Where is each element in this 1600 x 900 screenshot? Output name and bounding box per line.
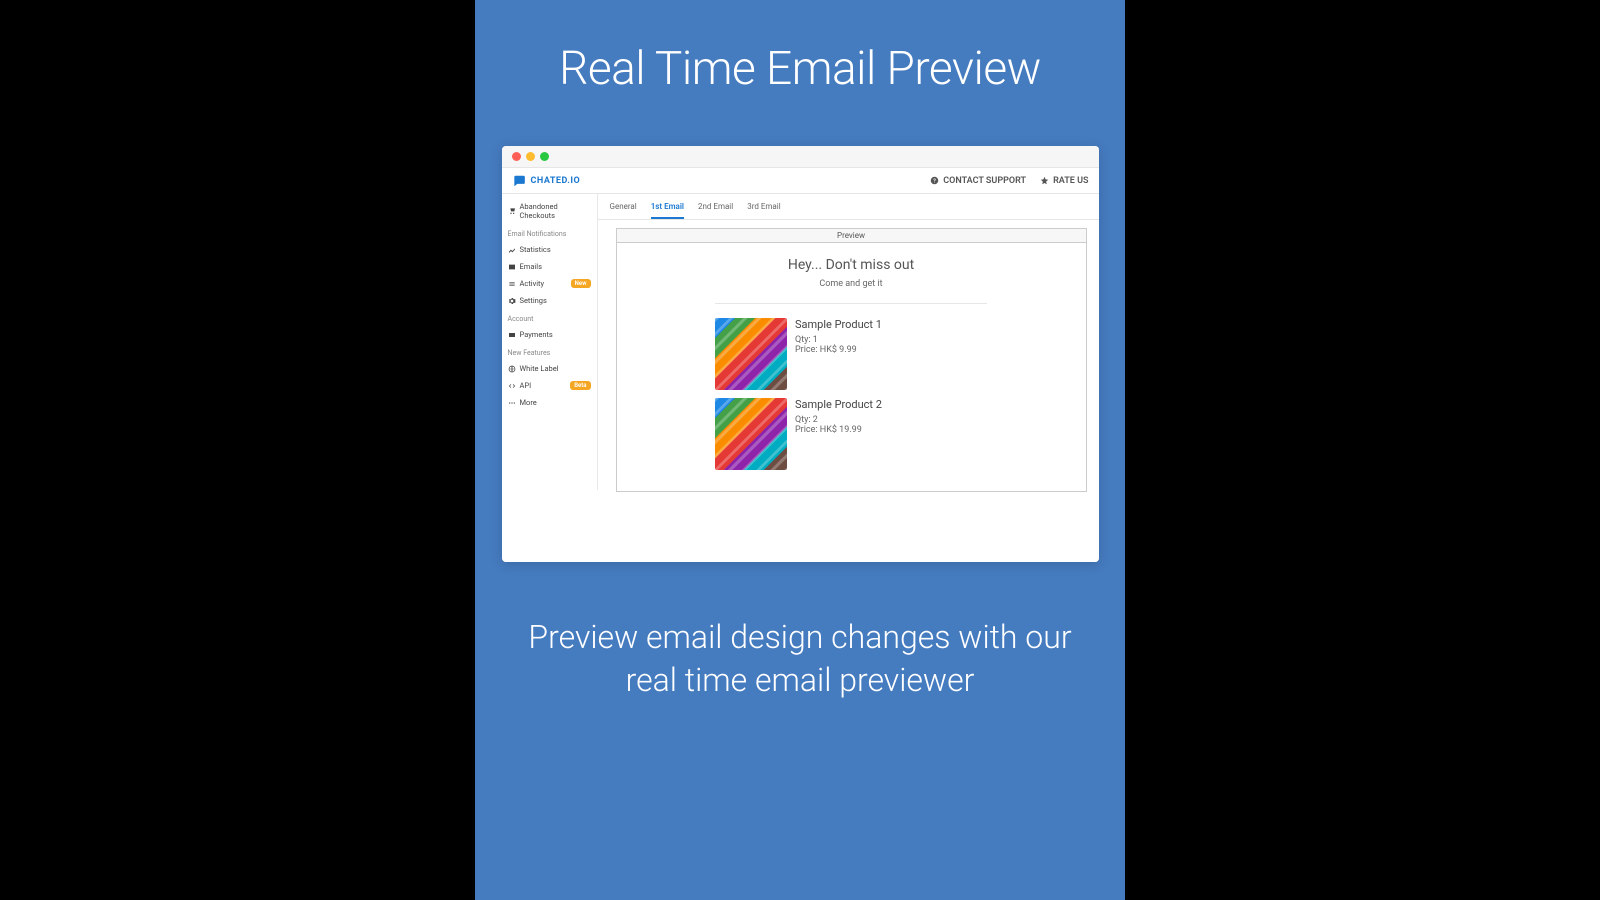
tab-general[interactable]: General: [610, 202, 637, 219]
sidebar-group-label: Account: [502, 309, 597, 326]
sidebar: Abandoned Checkouts Email Notifications …: [502, 194, 598, 490]
app-window: CHATED.IO ? CONTACT SUPPORT RATE US Aban…: [502, 146, 1099, 562]
product-price: Price: HK$ 9.99: [795, 345, 882, 355]
email-heading: Hey... Don't miss out: [711, 257, 991, 273]
marketing-caption: Preview email design changes with our re…: [475, 616, 1125, 702]
gear-icon: [508, 297, 516, 305]
list-icon: [508, 280, 516, 288]
sidebar-item-label: Activity: [520, 279, 545, 288]
window-titlebar: [502, 146, 1099, 168]
product-image: [715, 398, 787, 470]
close-icon[interactable]: [512, 152, 521, 161]
product-row: Sample Product 2 Qty: 2 Price: HK$ 19.99: [711, 394, 991, 474]
zoom-icon[interactable]: [540, 152, 549, 161]
rate-us-link[interactable]: RATE US: [1040, 176, 1088, 186]
sidebar-item-label: Payments: [520, 330, 553, 339]
chat-bubble-icon: [512, 174, 526, 188]
sidebar-item-abandoned-checkouts[interactable]: Abandoned Checkouts: [502, 198, 597, 224]
sidebar-item-label: More: [520, 398, 537, 407]
new-badge: New: [571, 279, 591, 288]
star-icon: [1040, 176, 1049, 185]
sidebar-item-api[interactable]: API Beta: [502, 377, 597, 394]
product-row: Sample Product 1 Qty: 1 Price: HK$ 9.99: [711, 314, 991, 394]
globe-icon: [508, 365, 516, 373]
sidebar-item-more[interactable]: More: [502, 394, 597, 411]
tabs: General 1st Email 2nd Email 3rd Email: [598, 194, 1099, 220]
tab-2nd-email[interactable]: 2nd Email: [698, 202, 733, 219]
product-image: [715, 318, 787, 390]
sidebar-item-label: Statistics: [520, 245, 551, 254]
product-qty: Qty: 1: [795, 335, 882, 345]
svg-text:?: ?: [933, 178, 936, 184]
help-icon: ?: [930, 176, 939, 185]
email-preview-frame: Hey... Don't miss out Come and get it Sa…: [616, 242, 1087, 492]
product-name: Sample Product 2: [795, 398, 882, 411]
sidebar-item-emails[interactable]: Emails: [502, 258, 597, 275]
sidebar-item-label: Abandoned Checkouts: [520, 202, 591, 220]
sidebar-group-label: New Features: [502, 343, 597, 360]
brand-name: CHATED.IO: [531, 176, 581, 186]
sidebar-item-statistics[interactable]: Statistics: [502, 241, 597, 258]
rate-us-label: RATE US: [1053, 176, 1088, 186]
sidebar-item-label: Emails: [520, 262, 542, 271]
product-price: Price: HK$ 19.99: [795, 425, 882, 435]
sidebar-group-label: Email Notifications: [502, 224, 597, 241]
code-icon: [508, 382, 516, 390]
marketing-panel: Real Time Email Preview CHATED.IO ? CONT…: [475, 0, 1125, 900]
marketing-headline: Real Time Email Preview: [559, 42, 1041, 96]
sidebar-item-activity[interactable]: Activity New: [502, 275, 597, 292]
sidebar-item-white-label[interactable]: White Label: [502, 360, 597, 377]
main-panel: General 1st Email 2nd Email 3rd Email Pr…: [598, 194, 1099, 490]
product-name: Sample Product 1: [795, 318, 882, 331]
tab-1st-email[interactable]: 1st Email: [651, 202, 684, 219]
contact-support-label: CONTACT SUPPORT: [943, 176, 1026, 186]
sidebar-item-label: White Label: [520, 364, 559, 373]
card-icon: [508, 331, 516, 339]
chart-icon: [508, 246, 516, 254]
sidebar-item-payments[interactable]: Payments: [502, 326, 597, 343]
app-topbar: CHATED.IO ? CONTACT SUPPORT RATE US: [502, 168, 1099, 194]
brand[interactable]: CHATED.IO: [512, 174, 581, 188]
product-qty: Qty: 2: [795, 415, 882, 425]
divider: [715, 303, 987, 304]
beta-badge: Beta: [570, 381, 590, 390]
envelope-icon: [508, 263, 516, 271]
cart-icon: [508, 207, 516, 215]
email-subheading: Come and get it: [711, 279, 991, 289]
minimize-icon[interactable]: [526, 152, 535, 161]
contact-support-link[interactable]: ? CONTACT SUPPORT: [930, 176, 1026, 186]
sidebar-item-label: Settings: [520, 296, 547, 305]
preview-panel-label: Preview: [616, 228, 1087, 242]
tab-3rd-email[interactable]: 3rd Email: [747, 202, 780, 219]
sidebar-item-settings[interactable]: Settings: [502, 292, 597, 309]
dots-icon: [508, 399, 516, 407]
sidebar-item-label: API: [520, 381, 532, 390]
